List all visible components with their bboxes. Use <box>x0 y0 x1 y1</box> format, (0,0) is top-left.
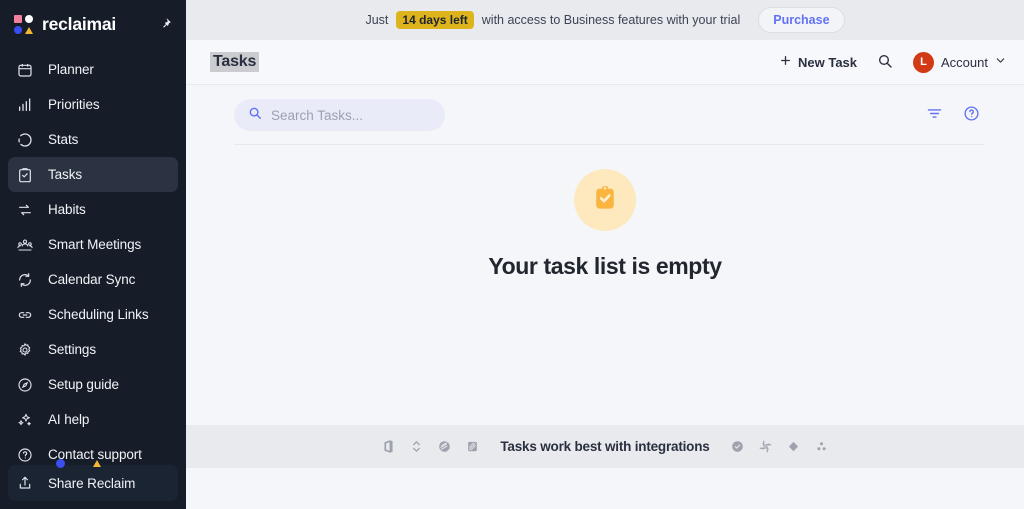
calendar-icon <box>16 61 34 79</box>
sidebar-item-ai-help[interactable]: AI help <box>8 402 178 437</box>
bar-chart-icon <box>16 96 34 114</box>
notification-dot-badge <box>56 459 65 468</box>
new-task-label: New Task <box>798 54 858 70</box>
integrations-label: Tasks work best with integrations <box>500 439 710 454</box>
sidebar-item-label: Setup guide <box>48 377 119 392</box>
sidebar-item-habits[interactable]: Habits <box>8 192 178 227</box>
search-icon <box>248 106 262 125</box>
new-task-button[interactable]: New Task <box>773 50 863 74</box>
sidebar-item-label: Calendar Sync <box>48 272 136 287</box>
sidebar-item-label: Tasks <box>48 167 83 182</box>
sidebar-logo-row[interactable]: reclaimai <box>0 0 186 48</box>
slack-icon[interactable] <box>758 439 773 454</box>
sync-refresh-icon <box>16 271 34 289</box>
trial-banner: Just 14 days left with access to Busines… <box>186 0 1024 40</box>
clipboard-check-icon <box>16 166 34 184</box>
empty-state-title: Your task list is empty <box>488 253 722 279</box>
reclaim-logo-icon <box>14 14 33 34</box>
purchase-button[interactable]: Purchase <box>758 7 845 33</box>
tasks-content: Your task list is empty <box>186 85 1024 509</box>
app-root: reclaimai Planner Priorities Stats Tasks… <box>0 0 1024 509</box>
integrations-bar: Tasks work best with integrations <box>186 425 1024 468</box>
gear-icon <box>16 341 34 359</box>
people-group-icon <box>16 236 34 254</box>
empty-state-icon-circle <box>574 169 636 231</box>
sidebar-item-tasks[interactable]: Tasks <box>8 157 178 192</box>
header-search-button[interactable] <box>873 49 897 76</box>
asana-check-icon[interactable] <box>730 439 745 454</box>
compass-icon <box>16 376 34 394</box>
account-label: Account <box>941 54 988 70</box>
warning-triangle-badge <box>93 460 101 467</box>
sidebar-item-smart-meetings[interactable]: Smart Meetings <box>8 227 178 262</box>
question-circle-icon <box>16 446 34 464</box>
filter-icon <box>926 105 943 125</box>
trial-prefix: Just <box>365 13 389 27</box>
sidebar-nav: Planner Priorities Stats Tasks Habits Sm… <box>0 48 186 472</box>
activity-circle-icon <box>16 131 34 149</box>
trial-suffix: with access to Business features with yo… <box>481 13 741 27</box>
clipboard-check-icon <box>590 183 620 218</box>
help-button[interactable] <box>959 101 984 129</box>
main-area: Just 14 days left with access to Busines… <box>186 0 1024 509</box>
todoist-icon[interactable] <box>437 439 452 454</box>
sidebar-item-label: Habits <box>48 202 86 217</box>
sidebar: reclaimai Planner Priorities Stats Tasks… <box>0 0 186 509</box>
toolbar-divider <box>234 144 984 145</box>
page-title: Tasks <box>210 52 260 72</box>
sidebar-item-scheduling-links[interactable]: Scheduling Links <box>8 297 178 332</box>
search-input[interactable] <box>271 107 431 123</box>
jira-icon[interactable] <box>465 439 480 454</box>
sidebar-item-share-reclaim[interactable]: Share Reclaim <box>8 459 178 501</box>
google-tasks-sync-icon[interactable] <box>409 439 424 454</box>
sidebar-item-label: Stats <box>48 132 79 147</box>
content-bottom-strip <box>186 468 1024 509</box>
sidebar-item-settings[interactable]: Settings <box>8 332 178 367</box>
tasks-toolbar <box>186 85 1024 131</box>
link-icon <box>16 306 34 324</box>
avatar: L <box>913 51 935 73</box>
search-tasks-box[interactable] <box>234 99 445 131</box>
sidebar-item-priorities[interactable]: Priorities <box>8 87 178 122</box>
sidebar-item-calendar-sync[interactable]: Calendar Sync <box>8 262 178 297</box>
sidebar-item-label: Settings <box>48 342 96 357</box>
repeat-icon <box>16 201 34 219</box>
chevron-down-icon <box>995 53 1006 71</box>
plus-icon <box>779 54 792 70</box>
help-circle-icon <box>963 105 980 125</box>
linear-dots-icon[interactable] <box>814 439 829 454</box>
filter-button[interactable] <box>922 101 947 129</box>
microsoft-office-icon[interactable] <box>381 439 396 454</box>
sidebar-item-planner[interactable]: Planner <box>8 52 178 87</box>
sidebar-item-stats[interactable]: Stats <box>8 122 178 157</box>
clickup-icon[interactable] <box>786 439 801 454</box>
sidebar-item-setup-guide[interactable]: Setup guide <box>8 367 178 402</box>
share-reclaim-label: Share Reclaim <box>48 475 136 491</box>
sidebar-item-label: Planner <box>48 62 94 77</box>
sidebar-item-label: Priorities <box>48 97 100 112</box>
sidebar-item-label: AI help <box>48 412 90 427</box>
empty-state: Your task list is empty <box>186 169 1024 280</box>
share-upload-icon <box>16 474 34 492</box>
pin-icon[interactable] <box>159 17 172 35</box>
sparkles-icon <box>16 411 34 429</box>
sidebar-item-label: Scheduling Links <box>48 307 149 322</box>
brand-name: reclaimai <box>42 13 117 34</box>
trial-days-left-badge: 14 days left <box>396 11 474 29</box>
account-menu[interactable]: L Account <box>913 51 1006 73</box>
sidebar-item-label: Smart Meetings <box>48 237 142 252</box>
search-icon <box>877 53 893 72</box>
page-header: Tasks New Task L Account <box>186 40 1024 85</box>
